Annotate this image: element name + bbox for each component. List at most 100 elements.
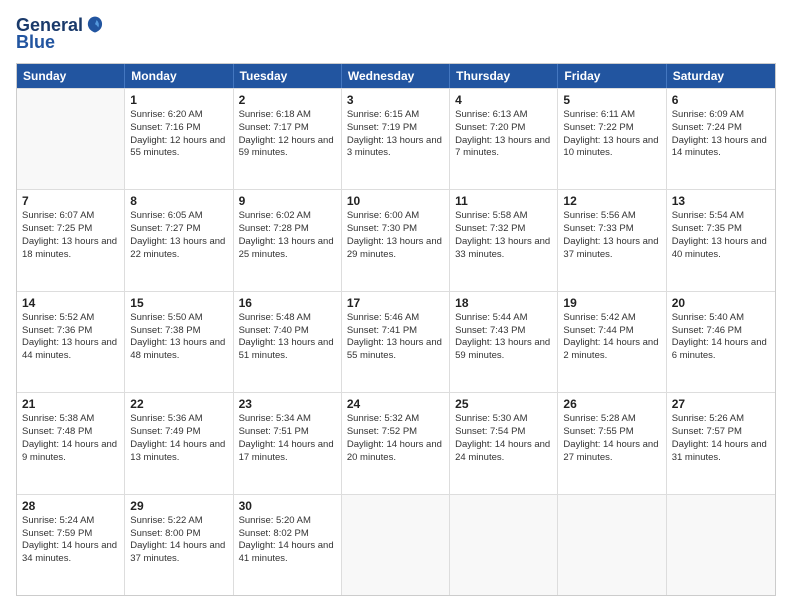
day-number: 20 (672, 295, 770, 311)
sunrise-text: Sunrise: 5:38 AM (22, 413, 94, 424)
sunrise-text: Sunrise: 5:42 AM (563, 312, 635, 323)
calendar-cell: 15 Sunrise: 5:50 AM Sunset: 7:38 PM Dayl… (125, 292, 233, 392)
calendar-cell (667, 495, 775, 595)
calendar-cell: 1 Sunrise: 6:20 AM Sunset: 7:16 PM Dayli… (125, 89, 233, 189)
day-number: 25 (455, 396, 552, 412)
day-number: 28 (22, 498, 119, 514)
sunset-text: Sunset: 7:43 PM (455, 325, 525, 336)
day-number: 21 (22, 396, 119, 412)
calendar-cell: 26 Sunrise: 5:28 AM Sunset: 7:55 PM Dayl… (558, 393, 666, 493)
sunset-text: Sunset: 7:27 PM (130, 223, 200, 234)
calendar-cell: 11 Sunrise: 5:58 AM Sunset: 7:32 PM Dayl… (450, 190, 558, 290)
sunrise-text: Sunrise: 6:20 AM (130, 109, 202, 120)
daylight-text: Daylight: 13 hours and 44 minutes. (22, 337, 117, 361)
calendar-cell: 5 Sunrise: 6:11 AM Sunset: 7:22 PM Dayli… (558, 89, 666, 189)
calendar-cell: 21 Sunrise: 5:38 AM Sunset: 7:48 PM Dayl… (17, 393, 125, 493)
sunset-text: Sunset: 8:00 PM (130, 528, 200, 539)
sunrise-text: Sunrise: 6:09 AM (672, 109, 744, 120)
calendar-cell: 14 Sunrise: 5:52 AM Sunset: 7:36 PM Dayl… (17, 292, 125, 392)
sunrise-text: Sunrise: 5:50 AM (130, 312, 202, 323)
sunrise-text: Sunrise: 5:30 AM (455, 413, 527, 424)
logo-icon (85, 15, 105, 35)
sunrise-text: Sunrise: 5:56 AM (563, 210, 635, 221)
daylight-text: Daylight: 12 hours and 55 minutes. (130, 135, 225, 159)
daylight-text: Daylight: 14 hours and 2 minutes. (563, 337, 658, 361)
calendar-cell: 25 Sunrise: 5:30 AM Sunset: 7:54 PM Dayl… (450, 393, 558, 493)
calendar-cell: 23 Sunrise: 5:34 AM Sunset: 7:51 PM Dayl… (234, 393, 342, 493)
sunrise-text: Sunrise: 5:46 AM (347, 312, 419, 323)
calendar-cell: 9 Sunrise: 6:02 AM Sunset: 7:28 PM Dayli… (234, 190, 342, 290)
daylight-text: Daylight: 14 hours and 9 minutes. (22, 439, 117, 463)
daylight-text: Daylight: 13 hours and 51 minutes. (239, 337, 334, 361)
daylight-text: Daylight: 13 hours and 40 minutes. (672, 236, 767, 260)
header: General Blue (16, 16, 776, 53)
sunrise-text: Sunrise: 5:44 AM (455, 312, 527, 323)
daylight-text: Daylight: 14 hours and 34 minutes. (22, 540, 117, 564)
daylight-text: Daylight: 13 hours and 10 minutes. (563, 135, 658, 159)
daylight-text: Daylight: 13 hours and 33 minutes. (455, 236, 550, 260)
sunrise-text: Sunrise: 5:54 AM (672, 210, 744, 221)
day-number: 29 (130, 498, 227, 514)
daylight-text: Daylight: 13 hours and 18 minutes. (22, 236, 117, 260)
sunset-text: Sunset: 7:51 PM (239, 426, 309, 437)
day-number: 23 (239, 396, 336, 412)
day-number: 14 (22, 295, 119, 311)
sunrise-text: Sunrise: 5:24 AM (22, 515, 94, 526)
sunset-text: Sunset: 7:40 PM (239, 325, 309, 336)
calendar-cell: 20 Sunrise: 5:40 AM Sunset: 7:46 PM Dayl… (667, 292, 775, 392)
calendar-cell: 22 Sunrise: 5:36 AM Sunset: 7:49 PM Dayl… (125, 393, 233, 493)
header-cell-friday: Friday (558, 64, 666, 88)
day-number: 2 (239, 92, 336, 108)
page: General Blue SundayMondayTuesdayWednesda… (0, 0, 792, 612)
day-number: 30 (239, 498, 336, 514)
sunset-text: Sunset: 7:41 PM (347, 325, 417, 336)
day-number: 24 (347, 396, 444, 412)
calendar-cell (558, 495, 666, 595)
sunrise-text: Sunrise: 5:58 AM (455, 210, 527, 221)
calendar-cell: 12 Sunrise: 5:56 AM Sunset: 7:33 PM Dayl… (558, 190, 666, 290)
daylight-text: Daylight: 13 hours and 25 minutes. (239, 236, 334, 260)
daylight-text: Daylight: 13 hours and 29 minutes. (347, 236, 442, 260)
calendar-cell (450, 495, 558, 595)
sunrise-text: Sunrise: 6:02 AM (239, 210, 311, 221)
daylight-text: Daylight: 14 hours and 20 minutes. (347, 439, 442, 463)
calendar-row: 28 Sunrise: 5:24 AM Sunset: 7:59 PM Dayl… (17, 494, 775, 595)
sunset-text: Sunset: 7:22 PM (563, 122, 633, 133)
daylight-text: Daylight: 14 hours and 24 minutes. (455, 439, 550, 463)
sunset-text: Sunset: 7:57 PM (672, 426, 742, 437)
sunrise-text: Sunrise: 6:07 AM (22, 210, 94, 221)
header-cell-monday: Monday (125, 64, 233, 88)
daylight-text: Daylight: 13 hours and 59 minutes. (455, 337, 550, 361)
daylight-text: Daylight: 13 hours and 37 minutes. (563, 236, 658, 260)
sunset-text: Sunset: 7:16 PM (130, 122, 200, 133)
calendar-row: 7 Sunrise: 6:07 AM Sunset: 7:25 PM Dayli… (17, 189, 775, 290)
header-cell-wednesday: Wednesday (342, 64, 450, 88)
day-number: 10 (347, 193, 444, 209)
sunrise-text: Sunrise: 6:11 AM (563, 109, 635, 120)
calendar-cell: 27 Sunrise: 5:26 AM Sunset: 7:57 PM Dayl… (667, 393, 775, 493)
header-cell-tuesday: Tuesday (234, 64, 342, 88)
daylight-text: Daylight: 13 hours and 14 minutes. (672, 135, 767, 159)
sunrise-text: Sunrise: 6:18 AM (239, 109, 311, 120)
sunset-text: Sunset: 7:49 PM (130, 426, 200, 437)
day-number: 12 (563, 193, 660, 209)
sunset-text: Sunset: 7:28 PM (239, 223, 309, 234)
sunrise-text: Sunrise: 6:13 AM (455, 109, 527, 120)
daylight-text: Daylight: 14 hours and 31 minutes. (672, 439, 767, 463)
calendar-cell (17, 89, 125, 189)
calendar-cell: 18 Sunrise: 5:44 AM Sunset: 7:43 PM Dayl… (450, 292, 558, 392)
logo: General Blue (16, 16, 105, 53)
sunset-text: Sunset: 7:20 PM (455, 122, 525, 133)
day-number: 17 (347, 295, 444, 311)
sunrise-text: Sunrise: 5:26 AM (672, 413, 744, 424)
sunset-text: Sunset: 7:25 PM (22, 223, 92, 234)
calendar-cell: 3 Sunrise: 6:15 AM Sunset: 7:19 PM Dayli… (342, 89, 450, 189)
daylight-text: Daylight: 14 hours and 41 minutes. (239, 540, 334, 564)
sunrise-text: Sunrise: 5:48 AM (239, 312, 311, 323)
daylight-text: Daylight: 13 hours and 55 minutes. (347, 337, 442, 361)
sunrise-text: Sunrise: 5:52 AM (22, 312, 94, 323)
sunset-text: Sunset: 7:24 PM (672, 122, 742, 133)
daylight-text: Daylight: 14 hours and 6 minutes. (672, 337, 767, 361)
sunrise-text: Sunrise: 6:05 AM (130, 210, 202, 221)
calendar-header: SundayMondayTuesdayWednesdayThursdayFrid… (17, 64, 775, 88)
